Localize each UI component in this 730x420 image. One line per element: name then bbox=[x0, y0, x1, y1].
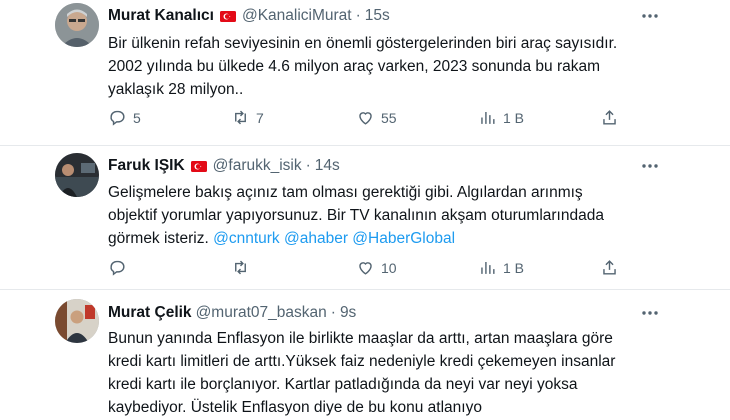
avatar[interactable] bbox=[55, 153, 99, 197]
share-icon bbox=[603, 110, 616, 125]
separator-dot: · bbox=[355, 7, 361, 24]
reply-icon bbox=[110, 260, 125, 276]
tweet-text-line: kaybediyor. Üstelik Enflasyon diye de bu… bbox=[108, 399, 482, 416]
tweet-3[interactable]: Murat Çelik @murat07_baskan · 9s Bunun y… bbox=[0, 290, 730, 420]
tweet-text-segment: görmek isteriz. bbox=[108, 230, 214, 247]
repost-button[interactable] bbox=[231, 258, 256, 277]
avatar[interactable] bbox=[55, 3, 99, 47]
views-count: 1 B bbox=[503, 259, 525, 276]
share-button[interactable] bbox=[600, 258, 619, 277]
timestamp[interactable]: 15s bbox=[365, 7, 390, 25]
like-icon bbox=[359, 262, 372, 275]
tweet-text-line: objektif yorumlar yapıyorsunuz. Bir TV k… bbox=[108, 207, 604, 224]
turkey-flag-icon bbox=[219, 10, 236, 22]
reply-button[interactable]: 5 bbox=[108, 108, 141, 127]
author-name[interactable]: Murat Çelik bbox=[108, 304, 192, 322]
views-icon bbox=[481, 261, 495, 274]
tweet-text-line: kredi kartı ile borçlanıyor. Kartlar pat… bbox=[108, 376, 578, 393]
tweet-text-line: Bir ülkenin refah seviyesinin en önemli … bbox=[108, 35, 618, 52]
repost-count: 7 bbox=[256, 109, 264, 126]
tweet-text-line: 2002 yılında bu ülkede 4.6 milyon araç v… bbox=[108, 58, 601, 75]
tweet-1[interactable]: Murat Kanalıcı @KanaliciMurat · 15s Bir … bbox=[0, 0, 730, 145]
reply-icon bbox=[110, 110, 125, 126]
tweet-text-line: Gelişmelere bakış açınız tam olması gere… bbox=[108, 184, 583, 201]
share-icon bbox=[603, 260, 616, 275]
repost-icon bbox=[235, 110, 246, 125]
tweet-text: Gelişmelere bakış açınız tam olması gere… bbox=[108, 181, 668, 250]
more-icon[interactable] bbox=[640, 303, 660, 323]
author-handle[interactable]: @murat07_baskan bbox=[196, 304, 327, 322]
like-button[interactable]: 55 bbox=[356, 108, 397, 127]
like-button[interactable]: 10 bbox=[356, 258, 397, 277]
more-icon[interactable] bbox=[640, 156, 660, 176]
views-button[interactable]: 1 B bbox=[478, 258, 524, 277]
author-handle[interactable]: @KanaliciMurat bbox=[242, 7, 352, 25]
views-icon bbox=[481, 111, 495, 124]
tweet-text: Bir ülkenin refah seviyesinin en önemli … bbox=[108, 32, 668, 101]
views-count: 1 B bbox=[503, 109, 525, 126]
turkey-flag-icon bbox=[190, 160, 207, 172]
more-icon[interactable] bbox=[640, 6, 660, 26]
tweet-text: Bunun yanında Enflasyon ile birlikte maa… bbox=[108, 327, 668, 419]
like-count: 10 bbox=[381, 259, 397, 276]
timestamp[interactable]: 14s bbox=[315, 157, 340, 175]
separator-dot: · bbox=[305, 157, 311, 174]
tweet-actions: 5 7 55 1 B bbox=[108, 108, 628, 128]
author-handle[interactable]: @farukk_isik bbox=[213, 157, 302, 175]
author-name[interactable]: Murat Kanalıcı bbox=[108, 7, 214, 25]
tweet-text-line: görmek isteriz. @cnnturk @ahaber @HaberG… bbox=[108, 227, 668, 250]
mention-link[interactable]: @ahaber bbox=[284, 230, 348, 247]
views-button[interactable]: 1 B bbox=[478, 108, 524, 127]
author-name[interactable]: Faruk IŞIK bbox=[108, 157, 185, 175]
timestamp[interactable]: 9s bbox=[340, 304, 356, 322]
mention-link[interactable]: @HaberGlobal bbox=[352, 230, 455, 247]
repost-icon bbox=[235, 260, 246, 275]
tweet-actions: 10 1 B bbox=[108, 258, 628, 278]
tweet-text-line: kredi kartı limitleri de arttı.Yüksek fa… bbox=[108, 353, 616, 370]
avatar[interactable] bbox=[55, 299, 99, 343]
like-count: 55 bbox=[381, 109, 397, 126]
tweet-text-line: Bunun yanında Enflasyon ile birlikte maa… bbox=[108, 330, 613, 347]
reply-button[interactable] bbox=[108, 258, 133, 277]
mention-link[interactable]: @cnnturk bbox=[213, 230, 280, 247]
repost-button[interactable]: 7 bbox=[231, 108, 264, 127]
like-icon bbox=[359, 112, 372, 125]
tweet-2[interactable]: Faruk IŞIK @farukk_isik · 14s Gelişmeler… bbox=[0, 146, 730, 289]
tweet-text-line: yaklaşık 28 milyon.. bbox=[108, 81, 244, 98]
share-button[interactable] bbox=[600, 108, 619, 127]
reply-count: 5 bbox=[133, 109, 141, 126]
separator-dot: · bbox=[330, 304, 336, 321]
